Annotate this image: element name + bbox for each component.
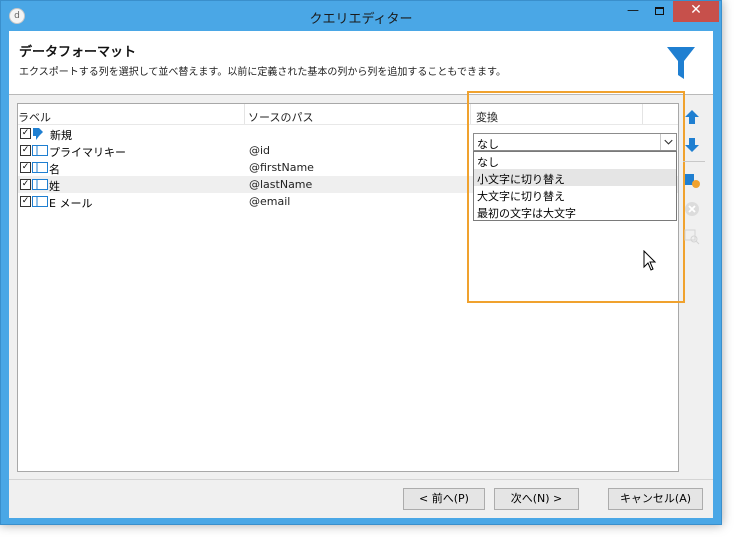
transform-select[interactable]: なし [473,133,677,151]
add-column-icon[interactable] [683,172,701,190]
minimize-button[interactable]: — [621,1,645,22]
row-checkbox[interactable]: ✓ [20,162,31,173]
step-description: エクスポートする列を選択して並べ替えます。以前に定義された基本の列から列を追加す… [19,67,506,78]
step-title: データフォーマット [19,45,137,60]
row-label: プライマリキー [49,146,126,159]
close-button[interactable]: ✕ [673,1,719,22]
title-bar[interactable]: d クエリエディター — ✕ [1,1,721,31]
column-header-source[interactable]: ソースのパス [248,109,313,125]
chevron-down-icon[interactable] [660,134,676,150]
next-button[interactable]: 次へ(N) > [494,488,579,510]
dropdown-option[interactable]: 最初の文字は大文字 [474,203,676,220]
maximize-button[interactable] [647,1,671,22]
field-icon [32,162,48,173]
dropdown-option[interactable]: なし [474,152,676,169]
step-header: データフォーマット エクスポートする列を選択して並べ替えます。以前に定義された基… [9,31,713,95]
row-checkbox[interactable]: ✓ [20,128,31,139]
row-checkbox[interactable]: ✓ [20,179,31,190]
mouse-pointer-icon [643,250,657,271]
row-checkbox[interactable]: ✓ [20,145,31,156]
row-label: 名 [49,163,60,176]
row-label: 新規 [50,129,72,142]
column-separator [244,104,245,124]
query-editor-window: d クエリエディター — ✕ データフォーマット エクスポートする列を選択して並… [0,0,722,525]
funnel-icon [667,47,695,79]
cancel-button[interactable]: キャンセル(A) [608,488,703,510]
field-icon [32,145,48,156]
transform-select-value: なし [477,138,499,151]
maximize-icon [654,7,664,15]
dropdown-option[interactable]: 小文字に切り替え [474,169,676,186]
prev-button[interactable]: < 前へ(P) [403,488,485,510]
new-node-icon [33,128,43,140]
dropdown-option[interactable]: 大文字に切り替え [474,186,676,203]
toolbar-separator [683,161,705,162]
move-down-icon[interactable] [683,137,701,153]
transform-dropdown: なし 小文字に切り替え 大文字に切り替え 最初の文字は大文字 [473,151,677,221]
column-separator [470,104,471,124]
field-icon [32,196,48,207]
row-path: @lastName [249,178,313,191]
delete-icon[interactable] [683,200,701,218]
field-icon [32,179,48,190]
footer-separator [9,479,713,480]
window-title: クエリエディター [309,12,413,27]
row-label: 姓 [49,180,60,193]
row-label: E メール [49,197,93,210]
column-header-label[interactable]: ラベル [18,109,51,125]
column-separator [642,104,643,124]
dialog-body: データフォーマット エクスポートする列を選択して並べ替えます。以前に定義された基… [9,31,713,518]
row-path: @email [249,195,291,208]
row-checkbox[interactable]: ✓ [20,196,31,207]
row-path: @id [249,144,271,157]
detail-icon[interactable] [683,228,701,246]
move-up-icon[interactable] [683,109,701,125]
row-path: @firstName [249,161,314,174]
column-header-transform[interactable]: 変換 [476,109,498,125]
